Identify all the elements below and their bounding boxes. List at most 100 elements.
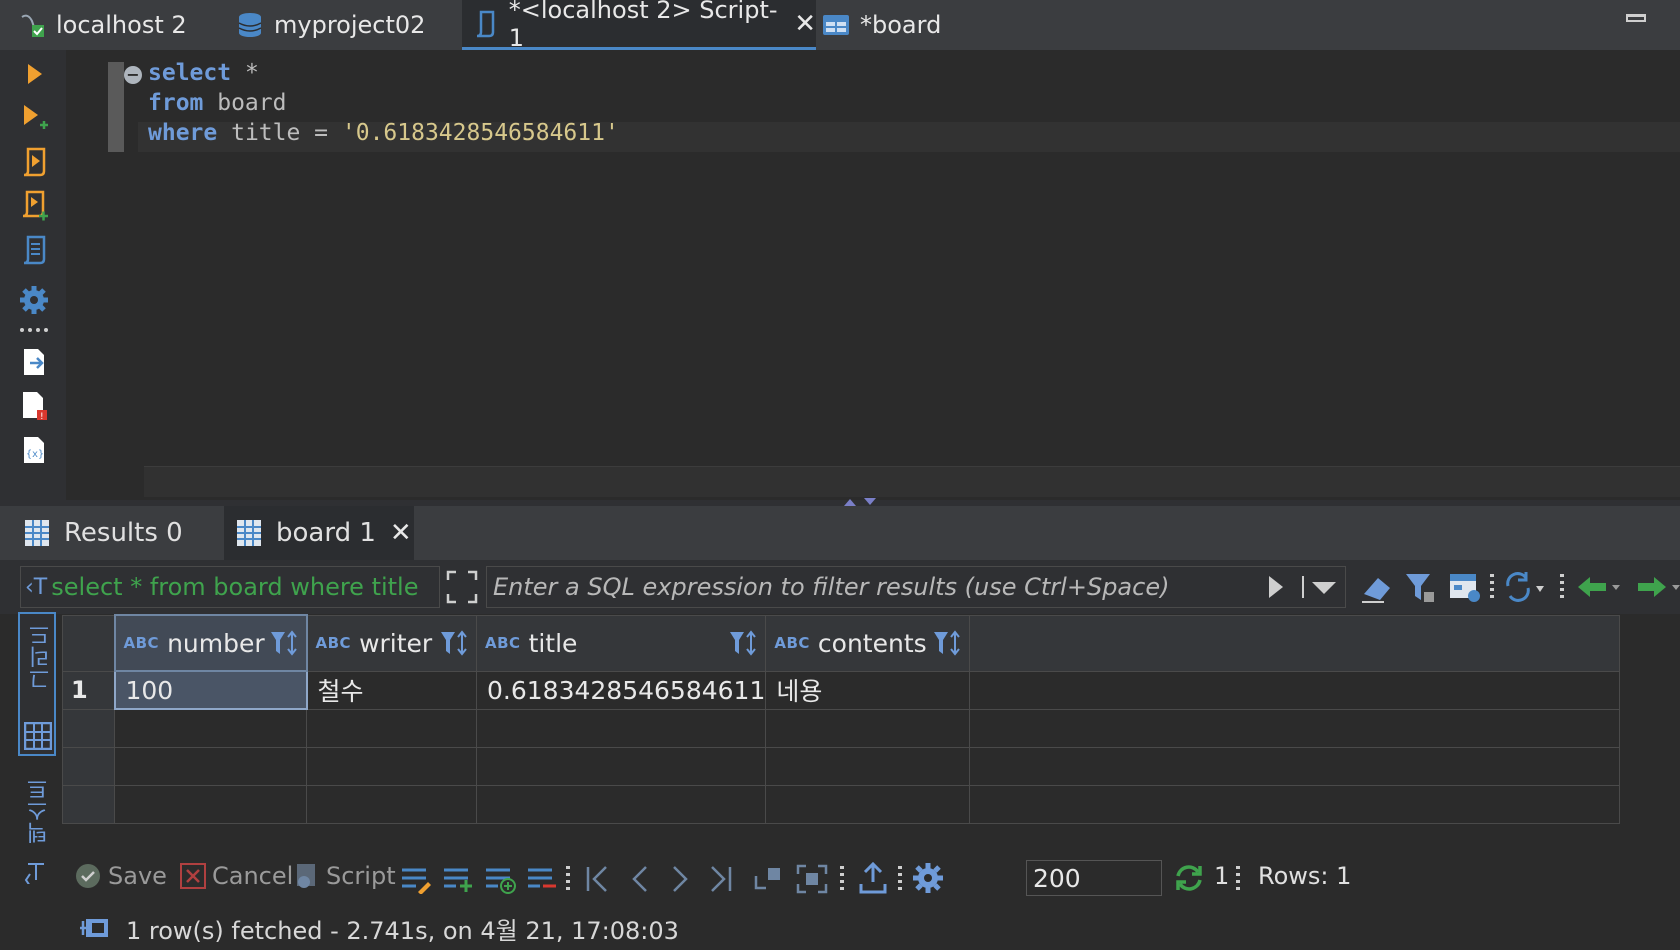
cancel-button[interactable]: Cancel [180,862,293,890]
row-number[interactable]: 1 [62,670,115,710]
sql-keyword: where [148,120,218,146]
more-dots-icon[interactable] [16,320,52,340]
filter-sort-icon[interactable] [933,630,963,658]
column-header-number[interactable]: ABC number [113,614,308,672]
export-icon[interactable] [16,344,52,380]
apply-filter-icon[interactable] [1266,574,1286,604]
execute-in-new-tab-icon[interactable] [16,100,52,136]
tab-label: localhost 2 [56,11,187,39]
first-page-icon[interactable] [584,864,612,898]
button-label: Script [326,862,396,890]
query-text: select * from board where title [51,573,419,601]
text-view-icon [24,863,44,884]
empty-row [62,746,1621,786]
edit-row-icon[interactable] [400,866,432,898]
filter-input[interactable] [486,566,1346,608]
side-tab-label: 그리드 [29,624,54,690]
query-text-box[interactable]: ‹T select * from board where title [20,566,440,608]
add-row-icon[interactable] [442,866,474,898]
status-text: 1 row(s) fetched - 2.741s, on 4월 21, 17:… [126,916,679,945]
refresh-icon[interactable] [1172,862,1206,898]
last-page-icon[interactable] [706,864,734,898]
close-icon[interactable]: ✕ [390,520,412,546]
empty-header [969,614,1621,672]
execute-script-new-tab-icon[interactable] [16,188,52,224]
row-number-header[interactable] [62,614,115,672]
table-row[interactable]: 1 100 철수 0.6183428546584611 네용 [62,670,1621,710]
sql-string: '0.6183428546584611' [341,120,619,146]
cell-contents[interactable]: 네용 [765,670,971,710]
statement-ruler [108,62,124,152]
tab-myproject02[interactable]: myproject02 [236,0,458,50]
tab-results-0[interactable]: Results 0 [20,506,224,560]
column-header-contents[interactable]: ABC contents [765,614,971,672]
connection-icon [18,11,46,39]
button-label: Cancel [212,862,294,890]
export-data-icon[interactable] [858,861,888,898]
separator [1560,574,1564,600]
execution-log-icon [80,919,108,937]
cell-title[interactable]: 0.6183428546584611 [475,670,767,710]
filter-sort-icon[interactable] [729,630,759,658]
fold-collapse-icon[interactable]: − [124,66,142,84]
back-arrow-icon[interactable] [1576,574,1624,604]
code-line-3[interactable]: where title = '0.6183428546584611' [148,118,619,148]
side-tab-grid[interactable]: 그리드 [18,612,56,756]
forward-arrow-icon[interactable] [1636,574,1680,604]
execute-script-icon[interactable] [16,144,52,180]
filter-sort-icon[interactable] [270,630,300,658]
separator [566,866,570,892]
tab-board[interactable]: *board [822,0,982,50]
results-settings-gear-icon[interactable] [912,862,944,898]
tab-board-1[interactable]: board 1 ✕ [224,506,414,560]
result-tab-bar: Results 0 board 1 ✕ [0,506,1680,560]
fetch-all-icon[interactable] [796,864,830,898]
code-line-2[interactable]: from board [148,88,286,118]
sql-script-icon [472,10,499,38]
erase-filter-icon[interactable] [1360,570,1394,608]
fetch-next-icon[interactable] [752,864,786,898]
rows-count-label: Rows: 1 [1258,862,1352,890]
column-name: number [167,628,265,658]
script-button[interactable]: Script [294,862,396,890]
empty-cell [969,670,1621,710]
settings-gear-icon[interactable] [16,282,52,318]
filter-settings-icon[interactable] [1404,570,1438,608]
button-label: Save [108,862,167,890]
load-file-icon[interactable]: ! [16,388,52,424]
cell-writer[interactable]: 철수 [306,670,477,710]
save-button[interactable]: Save [74,862,167,890]
auto-refresh-icon[interactable] [1502,570,1546,608]
sql-text: title = [217,120,342,146]
close-icon[interactable]: ✕ [794,11,816,37]
tab-localhost-2[interactable]: localhost 2 [18,0,228,50]
cell-number[interactable]: 100 [113,670,308,710]
filter-sort-icon[interactable] [440,630,470,658]
tab-script-1[interactable]: *<localhost 2> Script-1 ✕ [462,0,816,52]
separator [1236,866,1240,892]
column-header-writer[interactable]: ABC writer [306,614,477,672]
explain-plan-icon[interactable] [16,232,52,268]
table-icon [822,11,850,39]
execute-statement-icon[interactable] [16,56,52,92]
sql-keyword: from [148,90,204,116]
next-page-icon[interactable] [668,864,692,898]
editor-side-toolbar: ! {x} [0,50,67,505]
minimize-icon[interactable] [1626,14,1646,22]
previous-page-icon[interactable] [628,864,652,898]
result-grid[interactable]: ABC number ABC writer ABC title ABC contents [62,614,1680,824]
expand-icon[interactable] [444,568,480,606]
editor-horizontal-scrollbar[interactable] [144,466,1680,497]
delete-row-icon[interactable] [526,866,558,898]
fetch-size-input[interactable] [1026,860,1162,896]
panels-icon[interactable] [1448,570,1482,608]
variables-icon[interactable]: {x} [16,432,52,468]
code-line-1[interactable]: select * [148,58,259,88]
copy-row-icon[interactable] [484,866,518,898]
side-tab-label: 텍스트 [27,778,52,844]
filter-history-dropdown-icon[interactable] [1300,574,1340,604]
column-name: title [528,628,578,658]
type-abc-key-icon: ABC [123,634,160,652]
column-header-title[interactable]: ABC title [475,614,767,672]
side-tab-text[interactable]: 텍스트 [18,772,56,892]
